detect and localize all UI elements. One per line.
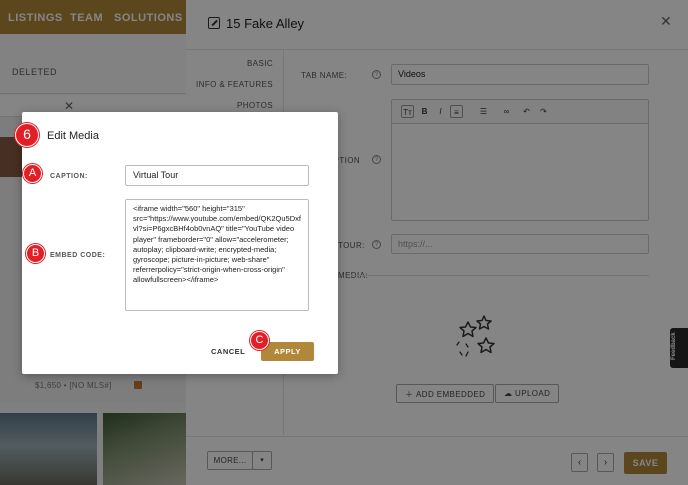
cancel-button[interactable]: CANCEL (211, 347, 245, 356)
step-badge: 6 (15, 123, 39, 147)
annotation-badge-b: B (26, 244, 45, 263)
caption-input[interactable]: Virtual Tour (125, 165, 309, 186)
modal-title: Edit Media (47, 130, 99, 142)
annotation-badge-c: C (250, 331, 269, 350)
embed-code-textarea[interactable]: <iframe width="560" height="315" src="ht… (125, 199, 309, 311)
apply-button[interactable]: APPLY (261, 342, 314, 361)
annotation-badge-a: A (23, 164, 42, 183)
edit-media-modal: Edit Media CAPTION: Virtual Tour EMBED C… (22, 112, 338, 374)
embed-code-label: EMBED CODE: (50, 252, 106, 259)
caption-label: CAPTION: (50, 173, 88, 180)
